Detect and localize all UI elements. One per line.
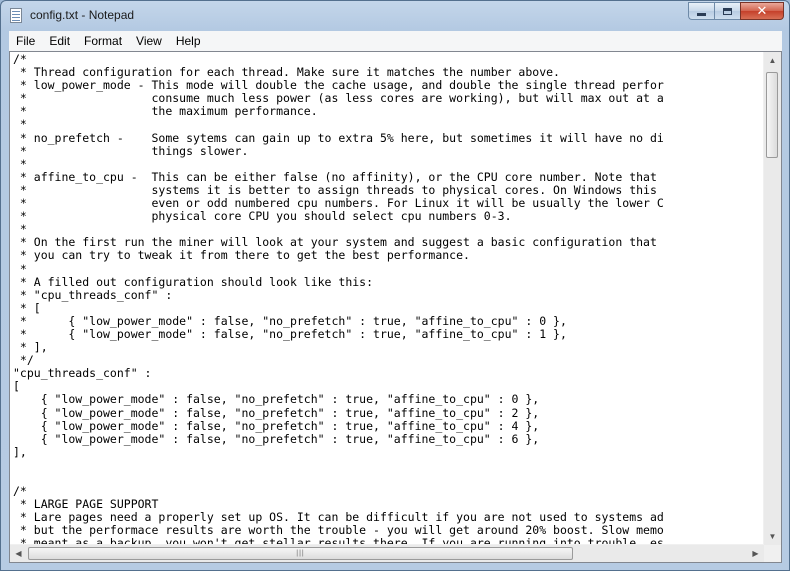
close-icon: ✕: [756, 3, 768, 19]
text-editor[interactable]: /* * Thread configuration for each threa…: [11, 52, 765, 545]
scroll-left-button[interactable]: ◀: [10, 545, 27, 562]
arrow-up-icon: ▲: [768, 56, 777, 65]
notepad-window: config.txt - Notepad ✕ File Edit Format Vie…: [0, 0, 790, 571]
vertical-scrollbar[interactable]: ▲ ▼: [763, 52, 781, 545]
scroll-right-button[interactable]: ▶: [747, 545, 764, 562]
menu-format[interactable]: Format: [77, 31, 129, 51]
maximize-icon: [723, 7, 732, 15]
minimize-button[interactable]: [688, 2, 714, 20]
window-frame-bottom: [1, 563, 789, 571]
horizontal-scrollbar[interactable]: ◀ ||| ▶: [10, 544, 764, 562]
notepad-icon[interactable]: [10, 8, 22, 23]
menu-view[interactable]: View: [129, 31, 169, 51]
arrow-down-icon: ▼: [768, 532, 777, 541]
grip-icon: |||: [296, 550, 305, 557]
window-title: config.txt - Notepad: [30, 8, 135, 22]
title-bar[interactable]: config.txt - Notepad ✕: [1, 1, 789, 31]
vertical-scroll-thumb[interactable]: [766, 72, 778, 158]
caption-buttons: ✕: [688, 2, 784, 21]
menu-help[interactable]: Help: [169, 31, 208, 51]
maximize-button[interactable]: [714, 2, 740, 20]
scroll-down-button[interactable]: ▼: [764, 528, 781, 545]
arrow-right-icon: ▶: [752, 549, 759, 558]
editor-text[interactable]: /* * Thread configuration for each threa…: [11, 52, 765, 545]
scrollbar-corner: [764, 545, 781, 562]
scroll-up-button[interactable]: ▲: [764, 52, 781, 69]
close-button[interactable]: ✕: [740, 2, 784, 20]
editor-client-area: /* * Thread configuration for each threa…: [9, 51, 782, 563]
menu-bar: File Edit Format View Help: [9, 31, 782, 52]
minimize-icon: [697, 12, 706, 16]
horizontal-scroll-thumb[interactable]: |||: [28, 547, 573, 560]
arrow-left-icon: ◀: [15, 549, 22, 558]
menu-edit[interactable]: Edit: [42, 31, 77, 51]
menu-file[interactable]: File: [9, 31, 42, 51]
